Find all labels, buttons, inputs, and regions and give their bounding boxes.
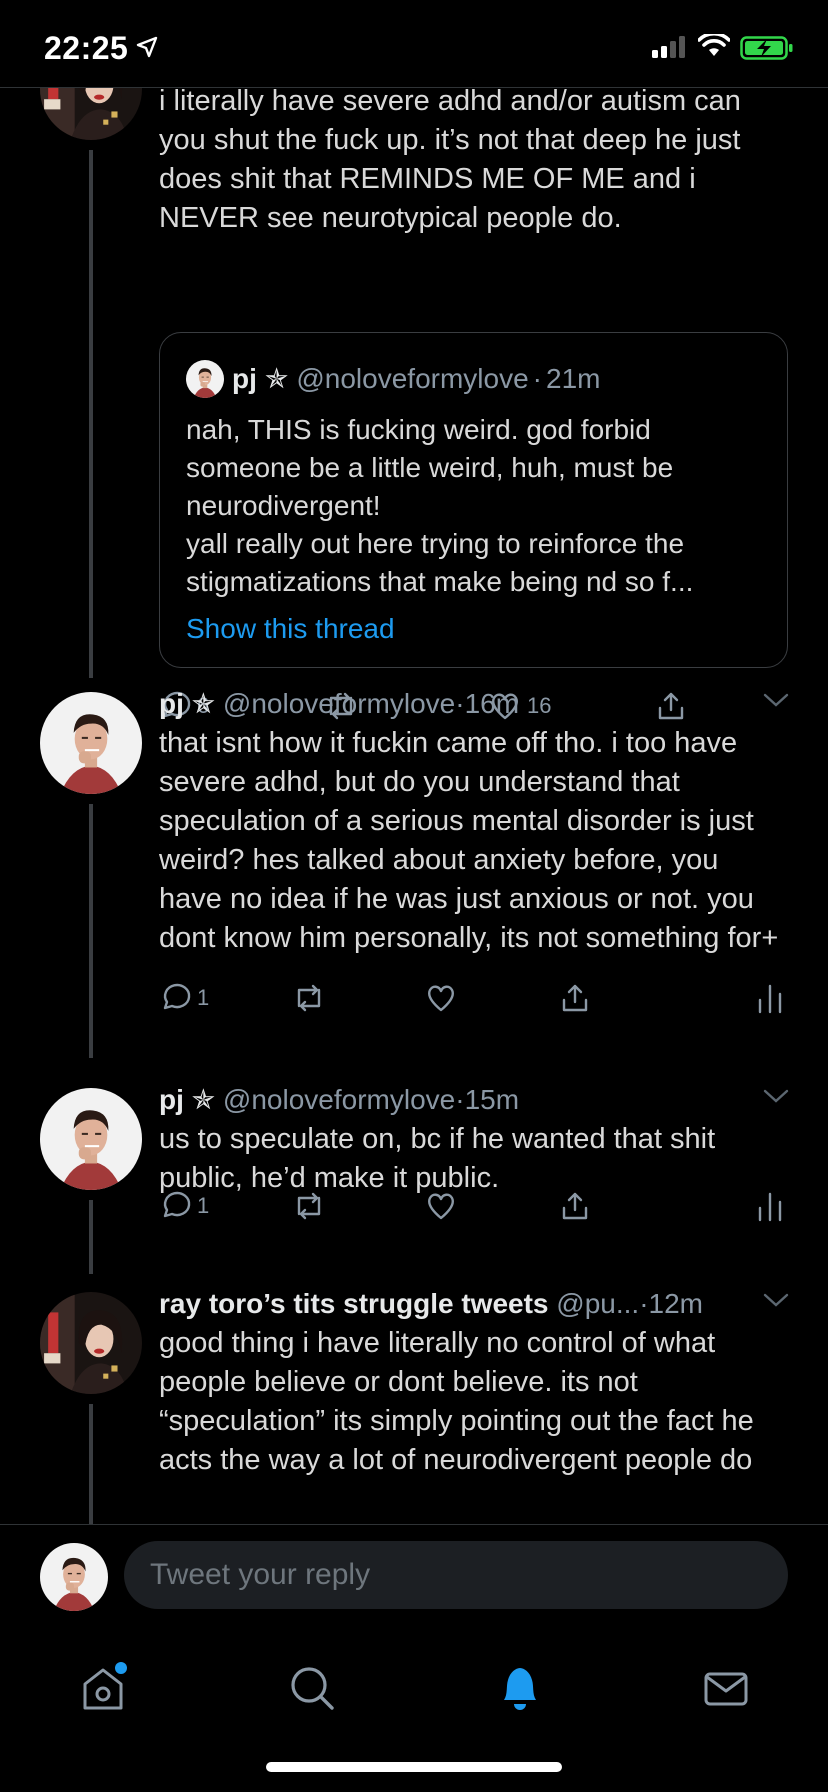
quote-time: 21m xyxy=(546,363,601,394)
search-icon[interactable] xyxy=(282,1658,342,1718)
author-name[interactable]: pj xyxy=(159,1084,184,1115)
thread-line xyxy=(89,1200,93,1274)
reply-count: 1 xyxy=(197,985,210,1010)
separator-dot: · xyxy=(455,688,465,719)
tweet-reply-input[interactable] xyxy=(124,1541,788,1609)
quote-line: someone be a little weird, huh, must be xyxy=(186,452,674,483)
tweet-text: that isnt how it fuckin came off tho. i … xyxy=(159,727,779,954)
heart-icon xyxy=(427,985,455,1012)
share-button[interactable] xyxy=(559,982,591,1014)
analytics-bars-icon xyxy=(758,1192,782,1222)
reply-composer xyxy=(0,1524,828,1634)
share-icon xyxy=(562,984,588,1012)
author-handle: @noloveformylove xyxy=(222,688,456,719)
reply-icon xyxy=(163,983,191,1010)
avatar-pj[interactable] xyxy=(40,692,142,794)
tweet-text: us to speculate on, bc if he wanted that… xyxy=(159,1123,716,1194)
retweet-icon xyxy=(297,984,321,1012)
verified-star-icon: ✯ xyxy=(191,1084,216,1115)
tab-bar xyxy=(0,1634,828,1792)
analytics-button[interactable] xyxy=(757,1190,783,1222)
location-arrow-icon xyxy=(136,36,158,58)
quote-line: yall really out here trying to reinforce… xyxy=(186,528,685,559)
quoted-tweet[interactable]: pj ✯ @noloveformylove · 21m nah, THIS is f… xyxy=(159,332,788,668)
quote-avatar xyxy=(186,360,224,398)
notification-dot xyxy=(115,1662,127,1674)
retweet-icon xyxy=(297,1192,321,1220)
retweet-button[interactable] xyxy=(291,982,327,1014)
quote-text: nah, THIS is fucking weird. god forbid s… xyxy=(186,411,766,601)
notifications-bell-icon[interactable] xyxy=(490,1658,550,1718)
separator-dot: · xyxy=(639,1288,649,1319)
home-indicator xyxy=(266,1762,562,1772)
home-icon[interactable] xyxy=(73,1658,133,1718)
avatar-pj[interactable] xyxy=(40,1088,142,1190)
author-name[interactable]: pj xyxy=(159,688,184,719)
wifi-icon xyxy=(698,34,730,56)
reply-button[interactable]: 1 xyxy=(159,982,209,1014)
thread-line xyxy=(89,1404,93,1524)
quote-line: nah, THIS is fucking weird. god forbid xyxy=(186,414,651,445)
verified-star-icon: ✯ xyxy=(191,688,216,719)
messages-envelope-icon[interactable] xyxy=(696,1658,756,1718)
avatar-ray[interactable] xyxy=(40,88,142,140)
tweet-header: pj ✯ @noloveformylove·16m xyxy=(159,684,789,724)
separator-dot: · xyxy=(455,1084,465,1115)
tweet-time: 16m xyxy=(464,688,520,719)
share-button[interactable] xyxy=(559,1190,591,1222)
avatar-ray[interactable] xyxy=(40,1292,142,1394)
thread-line xyxy=(89,150,93,678)
thread-line xyxy=(89,804,93,1058)
like-button[interactable] xyxy=(425,982,457,1014)
retweet-button[interactable] xyxy=(291,1190,327,1222)
chevron-down-icon[interactable] xyxy=(763,692,789,708)
tweet-time: 12m xyxy=(648,1288,703,1319)
share-icon xyxy=(562,1192,588,1220)
reply-button[interactable]: 1 xyxy=(159,1190,209,1222)
analytics-bars-icon xyxy=(758,984,782,1014)
quote-author-name: pj xyxy=(232,363,257,394)
like-button[interactable] xyxy=(425,1190,457,1222)
analytics-button[interactable] xyxy=(757,982,783,1014)
heart-icon xyxy=(427,1193,455,1220)
author-name[interactable]: ray toro’s tits struggle tweets xyxy=(159,1288,549,1319)
reply-icon xyxy=(163,1191,191,1218)
tweet-header: pj ✯ @noloveformylove·15m xyxy=(159,1080,789,1120)
show-this-thread-link[interactable]: Show this thread xyxy=(186,613,395,645)
chevron-down-icon[interactable] xyxy=(763,1292,789,1308)
quote-line: stigmatizations that make being nd so f.… xyxy=(186,566,694,597)
battery-charging-icon xyxy=(740,36,793,60)
tweet-1[interactable]: i literally have severe adhd and/or auti… xyxy=(0,88,828,768)
tweet-header: ray toro’s tits struggle tweets @pu...·1… xyxy=(159,1284,789,1324)
author-handle: @noloveformylove xyxy=(222,1084,456,1115)
author-handle: @pu... xyxy=(556,1288,640,1319)
conversation-feed[interactable]: i literally have severe adhd and/or auti… xyxy=(0,88,828,1524)
tweet-4[interactable]: ray toro’s tits struggle tweets @pu...·1… xyxy=(0,1284,828,1524)
current-user-avatar xyxy=(40,1543,108,1611)
tweet-time: 15m xyxy=(464,1084,520,1115)
status-bar: 22:25 xyxy=(0,0,828,88)
quote-line: neurodivergent! xyxy=(186,490,381,521)
separator-dot: · xyxy=(532,363,542,394)
tweet-3[interactable]: pj ✯ @noloveformylove·15m us to speculat… xyxy=(0,1080,828,1276)
status-time: 22:25 xyxy=(44,30,129,66)
tweet-text: good thing i have literally no control o… xyxy=(159,1327,754,1476)
tweet-2[interactable]: pj ✯ @noloveformylove·16m that isnt how … xyxy=(0,684,828,1062)
cellular-signal-icon xyxy=(652,36,685,58)
quote-handle: @noloveformylove xyxy=(296,363,529,394)
verified-star-icon: ✯ xyxy=(264,363,289,394)
reply-count: 1 xyxy=(197,1193,210,1218)
tweet-text: i literally have severe adhd and/or auti… xyxy=(159,88,741,234)
chevron-down-icon[interactable] xyxy=(763,1088,789,1104)
